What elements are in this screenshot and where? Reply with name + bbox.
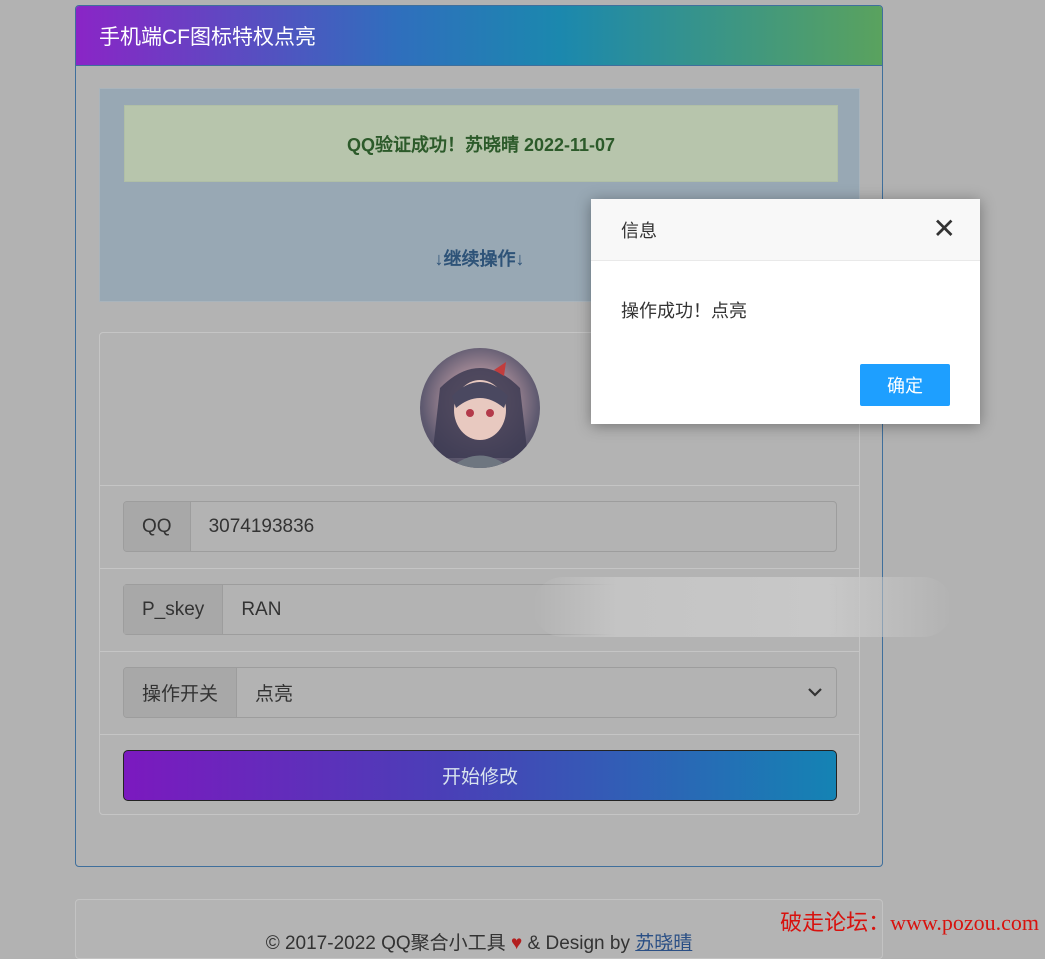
switch-input-group: 操作开关 点亮 [123, 667, 837, 718]
close-icon[interactable]: ✕ [933, 215, 956, 243]
dialog-message: 操作成功！点亮 [621, 301, 747, 321]
main-panel: 手机端CF图标特权点亮 QQ验证成功！苏晓晴 2022-11-07 ↓继续操作↓ [75, 5, 954, 867]
success-alert: QQ验证成功！苏晓晴 2022-11-07 [124, 105, 838, 182]
confirm-button[interactable]: 确定 [860, 364, 950, 406]
success-message: QQ验证成功！苏晓晴 2022-11-07 [346, 134, 616, 155]
qq-row: QQ 3074193836 [100, 486, 859, 569]
pskey-input-group: P_skey RAN [123, 577, 954, 637]
pskey-row: P_skey RAN [100, 569, 954, 652]
qq-label: QQ [124, 502, 191, 551]
dialog-header: 信息 ✕ [591, 199, 980, 261]
submit-row: 开始修改 [100, 735, 859, 815]
switch-row: 操作开关 点亮 [100, 652, 859, 735]
chevron-down-icon [808, 684, 822, 702]
pskey-label: P_skey [124, 585, 224, 634]
heart-icon: ♥ [510, 933, 523, 954]
dialog-body: 操作成功！点亮 [591, 261, 980, 323]
start-modify-button[interactable]: 开始修改 [123, 750, 837, 801]
operation-select[interactable]: 点亮 [237, 668, 836, 717]
footer: © 2017-2022 QQ聚合小工具 ♥ & Design by 苏晓晴 [75, 899, 883, 959]
continue-link-label[interactable]: ↓继续操作↓ [435, 249, 525, 269]
switch-label: 操作开关 [124, 668, 238, 717]
footer-copyright: © 2017-2022 [265, 933, 376, 954]
footer-author-link[interactable]: 苏晓晴 [635, 933, 692, 954]
redaction-blur [533, 577, 954, 637]
qq-input-group: QQ 3074193836 [123, 501, 837, 552]
panel-title: 手机端CF图标特权点亮 [99, 25, 316, 49]
forum-watermark: 破走论坛：www.pozou.com [780, 910, 1039, 935]
info-dialog: 信息 ✕ 操作成功！点亮 确定 [591, 199, 980, 424]
panel-header: 手机端CF图标特权点亮 [76, 6, 882, 66]
pskey-input[interactable]: RAN [223, 577, 954, 637]
avatar [420, 348, 540, 468]
footer-site: QQ聚合小工具 [381, 933, 506, 954]
pskey-value: RAN [241, 598, 282, 620]
operation-select-value: 点亮 [255, 684, 294, 705]
footer-design-by: & Design by [527, 933, 630, 954]
dialog-title: 信息 [621, 220, 657, 241]
avatar-image [432, 362, 528, 468]
qq-input[interactable]: 3074193836 [191, 502, 836, 551]
